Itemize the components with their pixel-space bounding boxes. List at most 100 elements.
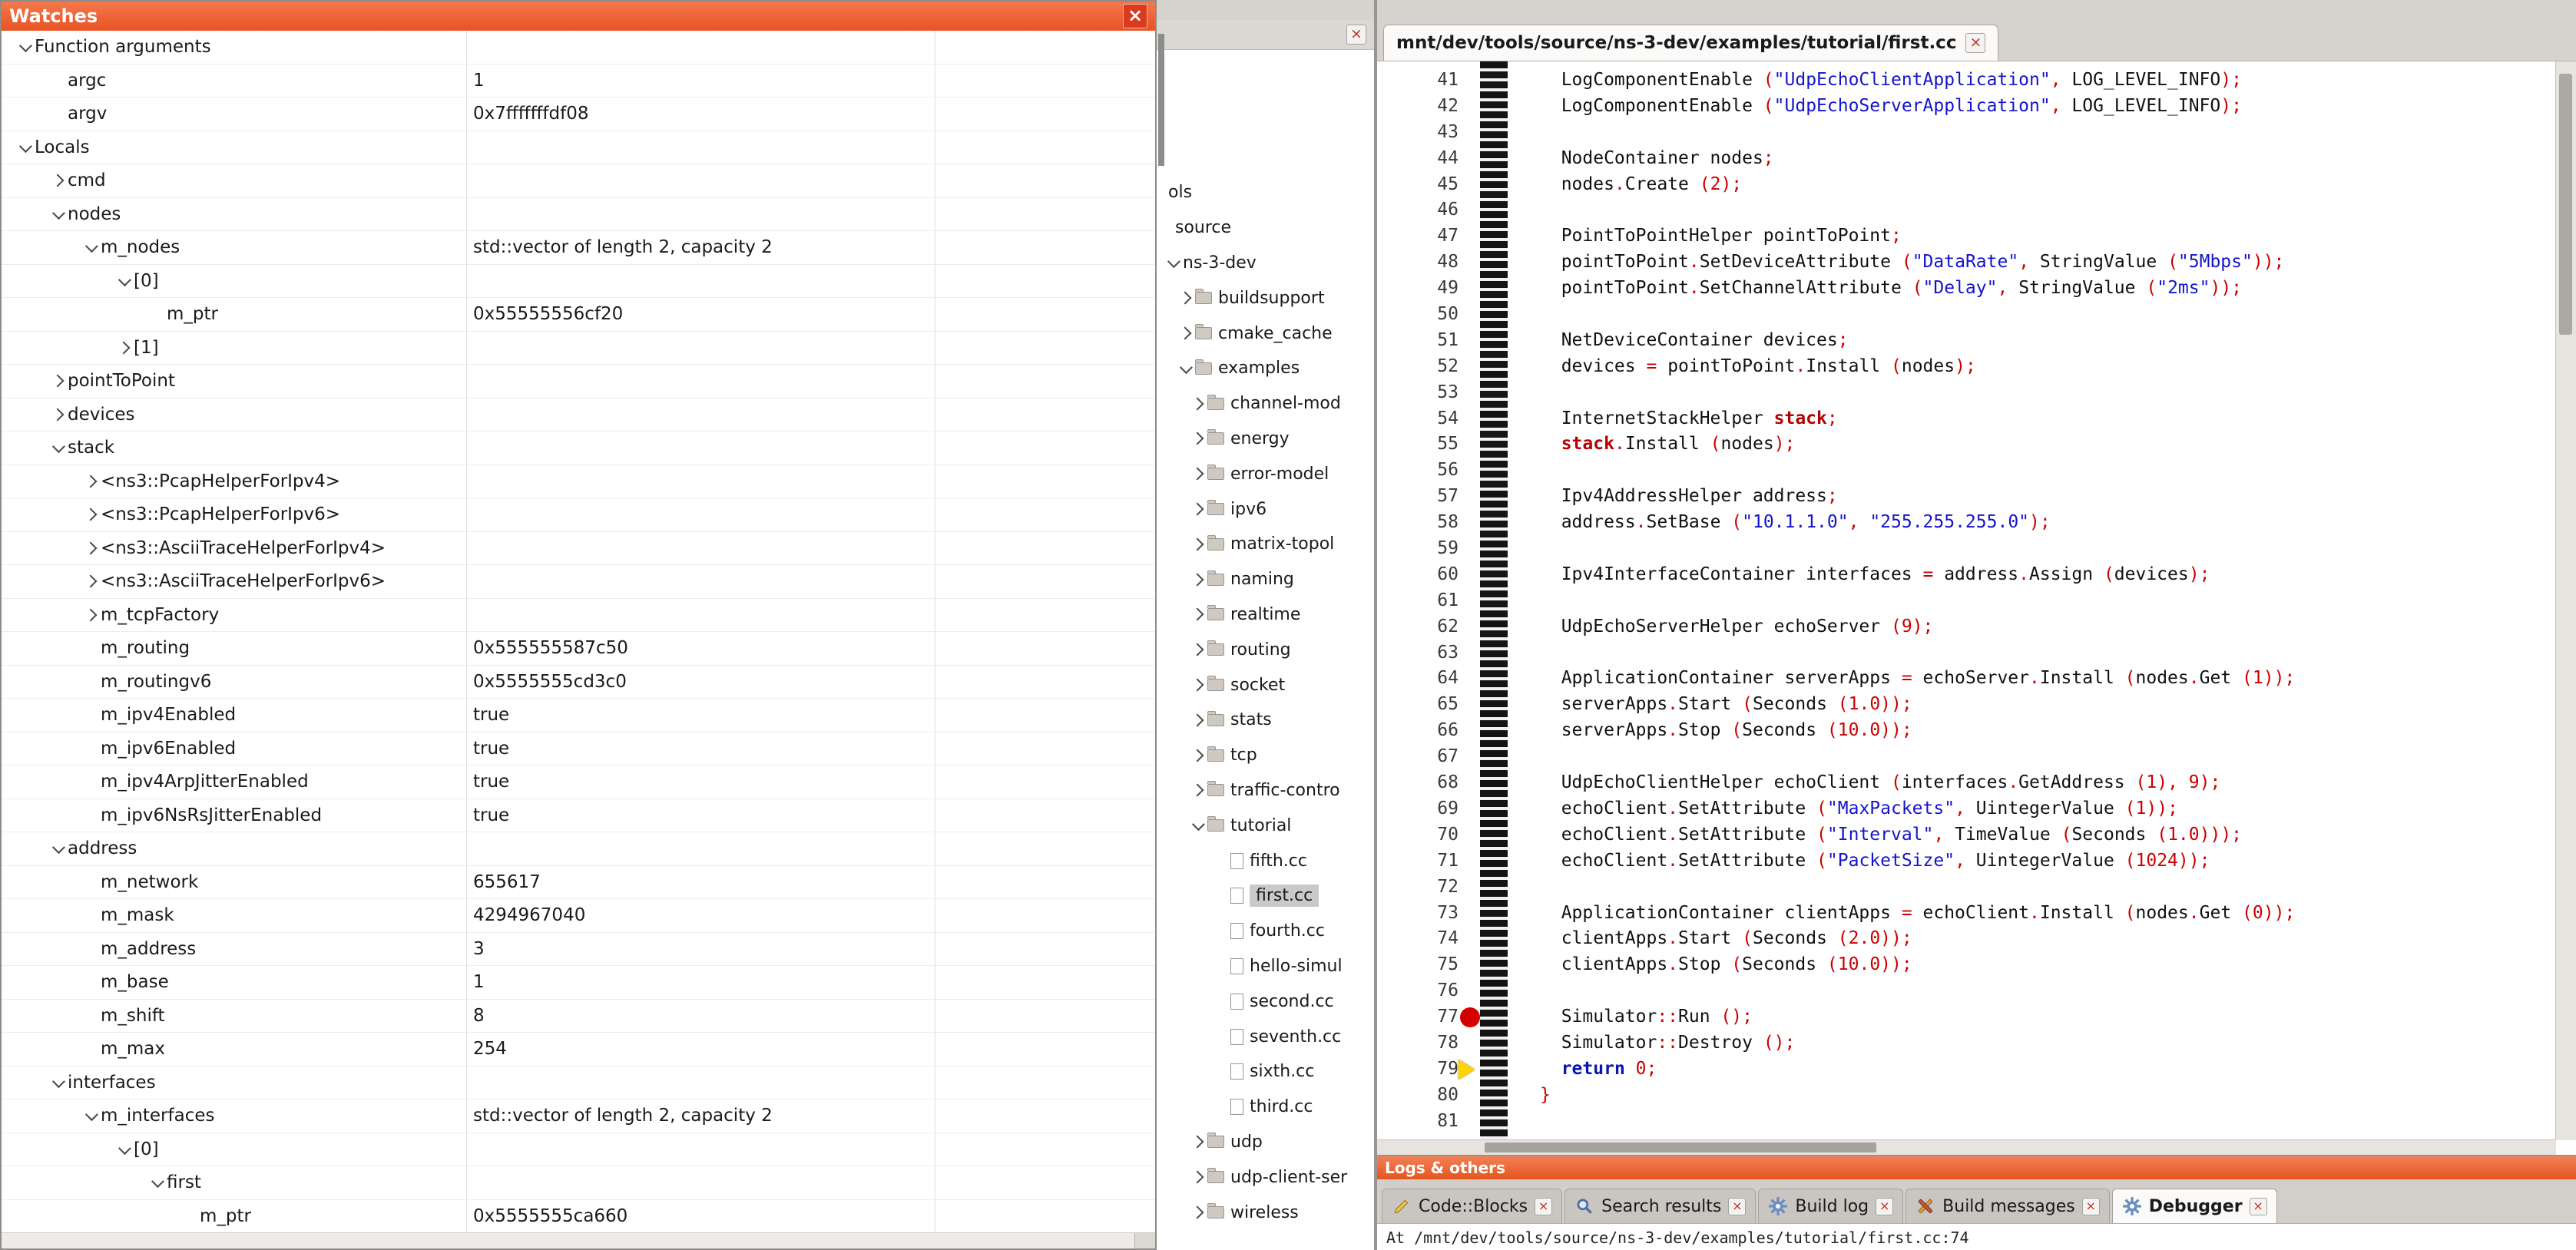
chevron-down-icon[interactable] — [147, 1178, 167, 1187]
tree-item-source[interactable]: source — [1157, 210, 1374, 246]
editor-horizontal-scrollbar[interactable] — [1377, 1139, 2556, 1155]
chevron-right-icon[interactable] — [1187, 716, 1207, 725]
watch-row-m-ipv6nsrsjitterenabled[interactable]: m_ipv6NsRsJitterEnabledtrue — [2, 799, 1155, 833]
line-number[interactable]: 53 — [1377, 380, 1459, 406]
code-line-48[interactable]: 48 pointToPoint.SetDeviceAttribute ("Dat… — [1377, 250, 2556, 276]
scrollbar-button[interactable] — [1134, 1233, 1155, 1248]
watches-horizontal-scrollbar[interactable] — [2, 1232, 1155, 1248]
line-number[interactable]: 63 — [1377, 640, 1459, 666]
code-line-57[interactable]: 57 Ipv4AddressHelper address; — [1377, 484, 2556, 510]
tree-item-matrix-topol[interactable]: matrix-topol — [1157, 527, 1374, 562]
code-line-43[interactable]: 43 — [1377, 120, 2556, 146]
code-line-70[interactable]: 70 echoClient.SetAttribute ("Interval", … — [1377, 822, 2556, 848]
line-number[interactable]: 73 — [1377, 901, 1459, 927]
tree-item-examples[interactable]: examples — [1157, 351, 1374, 386]
code-line-59[interactable]: 59 — [1377, 536, 2556, 562]
watch-row-argc[interactable]: argc1 — [2, 64, 1155, 98]
chevron-right-icon[interactable] — [1187, 610, 1207, 619]
line-number[interactable]: 48 — [1377, 250, 1459, 276]
tree-item-fourth-cc[interactable]: fourth.cc — [1157, 914, 1374, 949]
tree-item-sixth-cc[interactable]: sixth.cc — [1157, 1054, 1374, 1090]
watches-titlebar[interactable]: Watches × — [2, 2, 1155, 31]
code-line-72[interactable]: 72 — [1377, 875, 2556, 901]
line-number[interactable]: 55 — [1377, 432, 1459, 458]
close-icon[interactable]: × — [1965, 33, 1985, 53]
watch-row-function-arguments[interactable]: Function arguments — [2, 31, 1155, 64]
tree-item-ipv6[interactable]: ipv6 — [1157, 491, 1374, 527]
watch-row-locals[interactable]: Locals — [2, 131, 1155, 165]
close-icon[interactable]: × — [1535, 1198, 1552, 1215]
code-line-78[interactable]: 78 Simulator::Destroy (); — [1377, 1030, 2556, 1057]
code-line-62[interactable]: 62 UdpEchoServerHelper echoServer (9); — [1377, 614, 2556, 640]
chevron-down-icon[interactable] — [48, 844, 68, 853]
line-number[interactable]: 52 — [1377, 354, 1459, 380]
code-line-80[interactable]: 80} — [1377, 1083, 2556, 1109]
chevron-right-icon[interactable] — [1187, 469, 1207, 478]
line-number[interactable]: 58 — [1377, 510, 1459, 536]
watch-row-ns3-pcaphelperforipv6[interactable]: <ns3::PcapHelperForIpv6> — [2, 498, 1155, 532]
tree-item-ols[interactable]: ols — [1157, 175, 1374, 210]
watch-row-cmd[interactable]: cmd — [2, 164, 1155, 198]
code-line-55[interactable]: 55 stack.Install (nodes); — [1377, 432, 2556, 458]
line-number[interactable]: 80 — [1377, 1083, 1459, 1109]
line-number[interactable]: 46 — [1377, 197, 1459, 223]
line-number[interactable]: 43 — [1377, 120, 1459, 146]
line-number[interactable]: 67 — [1377, 744, 1459, 770]
watch-row-address[interactable]: address — [2, 832, 1155, 866]
code-line-47[interactable]: 47 PointToPointHelper pointToPoint; — [1377, 223, 2556, 250]
chevron-right-icon[interactable] — [1187, 785, 1207, 795]
line-number[interactable]: 75 — [1377, 952, 1459, 978]
watch-row-m-ipv6enabled[interactable]: m_ipv6Enabledtrue — [2, 732, 1155, 766]
tree-item-ns-3-dev[interactable]: ns-3-dev — [1157, 246, 1374, 281]
chevron-right-icon[interactable] — [1187, 540, 1207, 549]
code-line-50[interactable]: 50 — [1377, 302, 2556, 328]
line-number[interactable]: 45 — [1377, 172, 1459, 198]
watch-row-m-max[interactable]: m_max254 — [2, 1033, 1155, 1066]
code-line-56[interactable]: 56 — [1377, 458, 2556, 484]
code-line-61[interactable]: 61 — [1377, 588, 2556, 614]
tree-item-channel-mod[interactable]: channel-mod — [1157, 386, 1374, 422]
line-number[interactable]: 44 — [1377, 146, 1459, 172]
code-line-67[interactable]: 67 — [1377, 744, 2556, 770]
line-number[interactable]: 68 — [1377, 770, 1459, 796]
watch-row-nodes[interactable]: nodes — [2, 198, 1155, 232]
watch-row-devices[interactable]: devices — [2, 398, 1155, 432]
line-number[interactable]: 49 — [1377, 276, 1459, 302]
watch-row-m-tcpfactory[interactable]: m_tcpFactory — [2, 599, 1155, 633]
watch-row-pointtopoint[interactable]: pointToPoint — [2, 365, 1155, 398]
tab-build-log[interactable]: Build log× — [1758, 1189, 1903, 1223]
tree-item-udp[interactable]: udp — [1157, 1125, 1374, 1160]
editor-vertical-scrollbar[interactable] — [2555, 61, 2576, 1140]
tree-item-first-cc[interactable]: first.cc — [1157, 878, 1374, 914]
line-number[interactable]: 57 — [1377, 484, 1459, 510]
tab-search-results[interactable]: Search results× — [1564, 1189, 1756, 1223]
watch-row-m-ptr[interactable]: m_ptr0x55555556cf20 — [2, 298, 1155, 332]
code-line-63[interactable]: 63 — [1377, 640, 2556, 666]
line-number[interactable]: 61 — [1377, 588, 1459, 614]
code-line-51[interactable]: 51 NetDeviceContainer devices; — [1377, 328, 2556, 354]
watch-row-interfaces[interactable]: interfaces — [2, 1066, 1155, 1100]
watch-row-m-base[interactable]: m_base1 — [2, 966, 1155, 1000]
code-line-65[interactable]: 65 serverApps.Start (Seconds (1.0)); — [1377, 692, 2556, 718]
code-line-54[interactable]: 54 InternetStackHelper stack; — [1377, 406, 2556, 432]
line-number[interactable]: 59 — [1377, 536, 1459, 562]
editor-tab-first-cc[interactable]: mnt/dev/tools/source/ns-3-dev/examples/t… — [1383, 25, 1998, 61]
tree-item-realtime[interactable]: realtime — [1157, 597, 1374, 633]
close-icon[interactable]: × — [1876, 1198, 1893, 1215]
line-number[interactable]: 56 — [1377, 458, 1459, 484]
code-line-79[interactable]: 79 return 0; — [1377, 1057, 2556, 1083]
tree-item-fifth-cc[interactable]: fifth.cc — [1157, 843, 1374, 878]
code-line-81[interactable]: 81 — [1377, 1109, 2556, 1135]
close-icon[interactable]: × — [2250, 1198, 2267, 1215]
tree-item-wireless[interactable]: wireless — [1157, 1195, 1374, 1230]
watch-row-m-mask[interactable]: m_mask4294967040 — [2, 899, 1155, 933]
chevron-down-icon[interactable] — [81, 243, 101, 252]
watch-row-stack[interactable]: stack — [2, 432, 1155, 465]
code-line-71[interactable]: 71 echoClient.SetAttribute ("PacketSize"… — [1377, 848, 2556, 875]
line-number[interactable]: 65 — [1377, 692, 1459, 718]
tree-item-routing[interactable]: routing — [1157, 632, 1374, 667]
tree-item-hello-simul[interactable]: hello-simul — [1157, 949, 1374, 984]
watch-row-ns3-asciitracehelperforipv4[interactable]: <ns3::AsciiTraceHelperForIpv4> — [2, 532, 1155, 566]
chevron-down-icon[interactable] — [81, 1111, 101, 1120]
code-line-52[interactable]: 52 devices = pointToPoint.Install (nodes… — [1377, 354, 2556, 380]
